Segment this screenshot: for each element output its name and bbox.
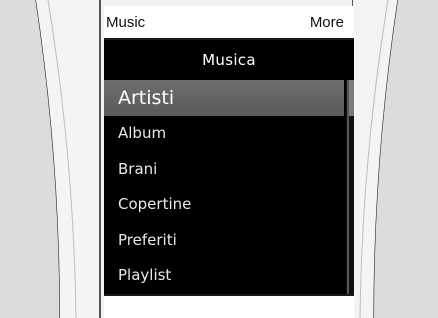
phone-screen: Music More Musica Artisti Album Brani Co… [104, 6, 354, 318]
device-view: Music More Musica Artisti Album Brani Co… [0, 0, 438, 318]
music-softkey[interactable]: Music [106, 14, 145, 31]
menu-item-preferiti[interactable]: Preferiti [104, 222, 354, 258]
menu-item-label: Playlist [118, 266, 172, 285]
bottom-bar [104, 294, 354, 318]
menu-item-label: Preferiti [118, 230, 177, 249]
menu-item-label: Brani [118, 159, 158, 178]
device-bezel-left [0, 0, 104, 318]
music-menu-list: Artisti Album Brani Copertine Preferiti … [104, 80, 354, 294]
more-softkey[interactable]: More [310, 14, 344, 31]
menu-item-album[interactable]: Album [104, 116, 354, 152]
menu-item-brani[interactable]: Brani [104, 151, 354, 187]
scrollbar-thumb[interactable] [349, 80, 354, 116]
menu-item-artisti[interactable]: Artisti [104, 80, 344, 116]
menu-item-label: Album [118, 124, 167, 143]
device-bezel-right [352, 0, 438, 318]
menu-item-label: Copertine [118, 195, 192, 214]
menu-scrollbar[interactable] [346, 80, 354, 294]
softkey-bar: Music More [104, 6, 354, 40]
menu-item-playlist[interactable]: Playlist [104, 258, 354, 294]
menu-item-label: Artisti [118, 86, 175, 109]
screen-title: Musica [202, 51, 256, 69]
menu-item-copertine[interactable]: Copertine [104, 187, 354, 223]
